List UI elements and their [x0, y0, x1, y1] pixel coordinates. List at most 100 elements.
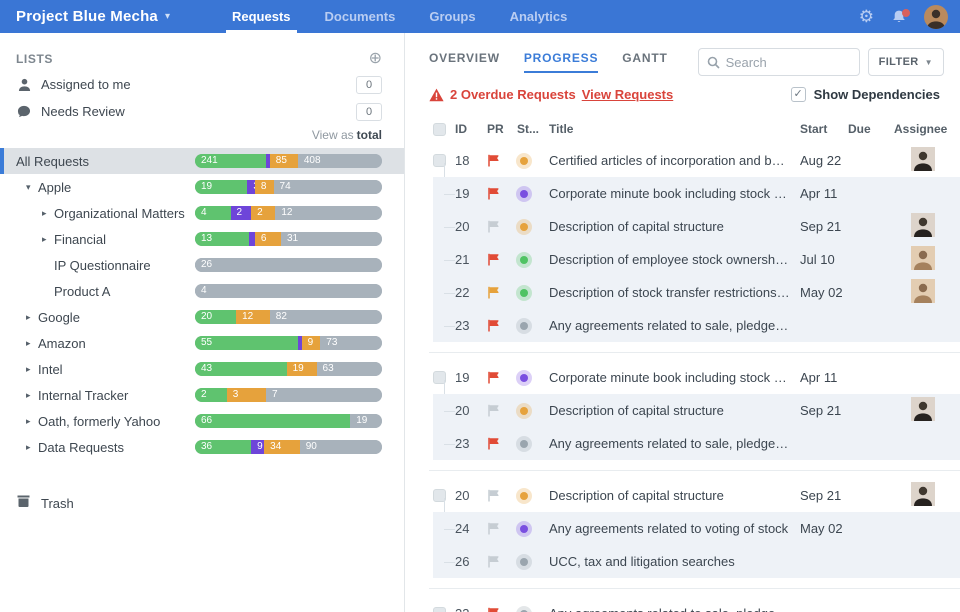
chevron-right-icon[interactable]: ▸	[42, 208, 54, 219]
assignee-avatar[interactable]	[911, 291, 935, 306]
user-avatar[interactable]	[924, 5, 948, 29]
add-list-button[interactable]: ⊕	[369, 51, 382, 67]
sidebar-list-amazon[interactable]: ▸Amazon55973	[0, 330, 404, 356]
assignee-avatar[interactable]	[911, 159, 935, 174]
request-title[interactable]: Description of capital structure	[549, 403, 800, 418]
request-title[interactable]: Description of capital structure	[549, 219, 800, 234]
project-title[interactable]: Project Blue Mecha	[16, 8, 158, 25]
sidebar-item-assigned-to-me[interactable]: Assigned to me0	[0, 71, 404, 98]
priority-flag-icon-red[interactable]	[487, 154, 517, 167]
top-nav-documents[interactable]: Documents	[325, 0, 396, 33]
status-dot-purple[interactable]	[520, 525, 528, 533]
priority-flag-icon-red[interactable]	[487, 319, 517, 332]
request-row-23[interactable]: 23Any agreements related to sale, pledge…	[405, 309, 960, 342]
request-row-19[interactable]: 19Corporate minute book including stock …	[405, 177, 960, 210]
top-nav-analytics[interactable]: Analytics	[510, 0, 568, 33]
request-title[interactable]: UCC, tax and litigation searches	[549, 554, 800, 569]
sidebar-item-trash[interactable]: Trash	[0, 490, 404, 516]
view-as-value[interactable]: total	[357, 128, 382, 142]
sidebar-list-apple[interactable]: ▾Apple193874	[0, 174, 404, 200]
request-title[interactable]: Corporate minute book including stock tr…	[549, 186, 800, 201]
sidebar-list-product-a[interactable]: Product A4	[0, 278, 404, 304]
sidebar-list-organizational-matters[interactable]: ▸Organizational Matters42212	[0, 200, 404, 226]
status-dot-green[interactable]	[520, 256, 528, 264]
request-row-22[interactable]: 22Description of stock transfer restrict…	[405, 276, 960, 309]
sidebar-list-all-requests[interactable]: All Requests24185408	[0, 148, 404, 174]
priority-flag-icon-gray[interactable]	[487, 555, 517, 568]
project-switcher[interactable]: Project Blue Mecha ▾	[0, 0, 232, 33]
search-input[interactable]	[726, 55, 846, 70]
request-row-20[interactable]: 20Description of capital structureSep 21	[405, 210, 960, 243]
show-dependencies-toggle[interactable]: ✓ Show Dependencies	[791, 87, 940, 102]
tab-overview[interactable]: OVERVIEW	[429, 51, 500, 73]
request-row-23[interactable]: 23Any agreements related to sale, pledge…	[405, 427, 960, 460]
sidebar-list-intel[interactable]: ▸Intel431963	[0, 356, 404, 382]
request-row-21[interactable]: 21Description of employee stock ownershi…	[405, 243, 960, 276]
request-title[interactable]: Any agreements related to sale, pledge, …	[549, 318, 800, 333]
select-all-checkbox[interactable]	[433, 123, 446, 136]
assignee-avatar[interactable]	[911, 409, 935, 424]
priority-flag-icon-gray[interactable]	[487, 522, 517, 535]
top-nav-requests[interactable]: Requests	[232, 0, 291, 33]
sidebar-list-financial[interactable]: ▸Financial13631	[0, 226, 404, 252]
status-dot-orange[interactable]	[520, 492, 528, 500]
status-dot-green[interactable]	[520, 289, 528, 297]
row-checkbox[interactable]	[433, 607, 446, 612]
request-title[interactable]: Description of capital structure	[549, 488, 800, 503]
bell-icon[interactable]	[891, 9, 907, 25]
sidebar-list-ip-questionnaire[interactable]: IP Questionnaire26	[0, 252, 404, 278]
view-as-toggle[interactable]: View astotal	[0, 125, 404, 148]
chevron-right-icon[interactable]: ▸	[26, 364, 38, 375]
status-dot-orange[interactable]	[520, 223, 528, 231]
chevron-right-icon[interactable]: ▸	[42, 234, 54, 245]
sidebar-list-internal-tracker[interactable]: ▸Internal Tracker237	[0, 382, 404, 408]
priority-flag-icon-red[interactable]	[487, 437, 517, 450]
sidebar-list-data-requests[interactable]: ▸Data Requests3693490	[0, 434, 404, 460]
tab-gantt[interactable]: GANTT	[622, 51, 667, 73]
status-dot-gray[interactable]	[520, 440, 528, 448]
gear-icon[interactable]: ⚙	[859, 8, 874, 25]
request-title[interactable]: Certified articles of incorporation and …	[549, 153, 800, 168]
status-dot-orange[interactable]	[520, 157, 528, 165]
priority-flag-icon-red[interactable]	[487, 187, 517, 200]
top-nav-groups[interactable]: Groups	[429, 0, 475, 33]
request-title[interactable]: Any agreements related to sale, pledge, …	[549, 436, 800, 451]
status-dot-gray[interactable]	[520, 558, 528, 566]
assignee-avatar[interactable]	[911, 258, 935, 273]
request-title[interactable]: Description of employee stock ownership …	[549, 252, 800, 267]
priority-flag-icon-gray[interactable]	[487, 489, 517, 502]
priority-flag-icon-gray[interactable]	[487, 404, 517, 417]
priority-flag-icon-red[interactable]	[487, 607, 517, 612]
sidebar-list-oath-formerly-yahoo[interactable]: ▸Oath, formerly Yahoo6619	[0, 408, 404, 434]
priority-flag-icon-orange[interactable]	[487, 286, 517, 299]
chevron-right-icon[interactable]: ▸	[26, 338, 38, 349]
status-dot-gray[interactable]	[520, 322, 528, 330]
priority-flag-icon-red[interactable]	[487, 371, 517, 384]
request-title[interactable]: Corporate minute book including stock tr…	[549, 370, 800, 385]
sidebar-list-google[interactable]: ▸Google201282	[0, 304, 404, 330]
filter-button[interactable]: FILTER ▼	[868, 48, 944, 76]
request-row-20[interactable]: 20Description of capital structureSep 21	[405, 394, 960, 427]
assignee-avatar[interactable]	[911, 494, 935, 509]
request-title[interactable]: Any agreements related to sale, pledge, …	[549, 606, 800, 612]
priority-flag-icon-gray[interactable]	[487, 220, 517, 233]
request-row-24[interactable]: 24Any agreements related to voting of st…	[405, 512, 960, 545]
chevron-down-icon[interactable]: ▾	[26, 182, 38, 193]
tab-progress[interactable]: PROGRESS	[524, 51, 598, 73]
status-dot-orange[interactable]	[520, 407, 528, 415]
request-title[interactable]: Any agreements related to voting of stoc…	[549, 521, 800, 536]
sidebar-item-needs-review[interactable]: Needs Review0	[0, 98, 404, 125]
view-requests-link[interactable]: View Requests	[582, 87, 674, 102]
request-row-20[interactable]: 20Description of capital structureSep 21	[405, 479, 960, 512]
request-row-18[interactable]: 18Certified articles of incorporation an…	[405, 144, 960, 177]
request-row-19[interactable]: 19Corporate minute book including stock …	[405, 361, 960, 394]
chevron-right-icon[interactable]: ▸	[26, 416, 38, 427]
request-title[interactable]: Description of stock transfer restrictio…	[549, 285, 800, 300]
request-row-26[interactable]: 26UCC, tax and litigation searches	[405, 545, 960, 578]
request-row-23[interactable]: 23Any agreements related to sale, pledge…	[405, 597, 960, 612]
show-dependencies-checkbox[interactable]: ✓	[791, 87, 806, 102]
chevron-right-icon[interactable]: ▸	[26, 442, 38, 453]
priority-flag-icon-red[interactable]	[487, 253, 517, 266]
assignee-avatar[interactable]	[911, 225, 935, 240]
chevron-right-icon[interactable]: ▸	[26, 390, 38, 401]
